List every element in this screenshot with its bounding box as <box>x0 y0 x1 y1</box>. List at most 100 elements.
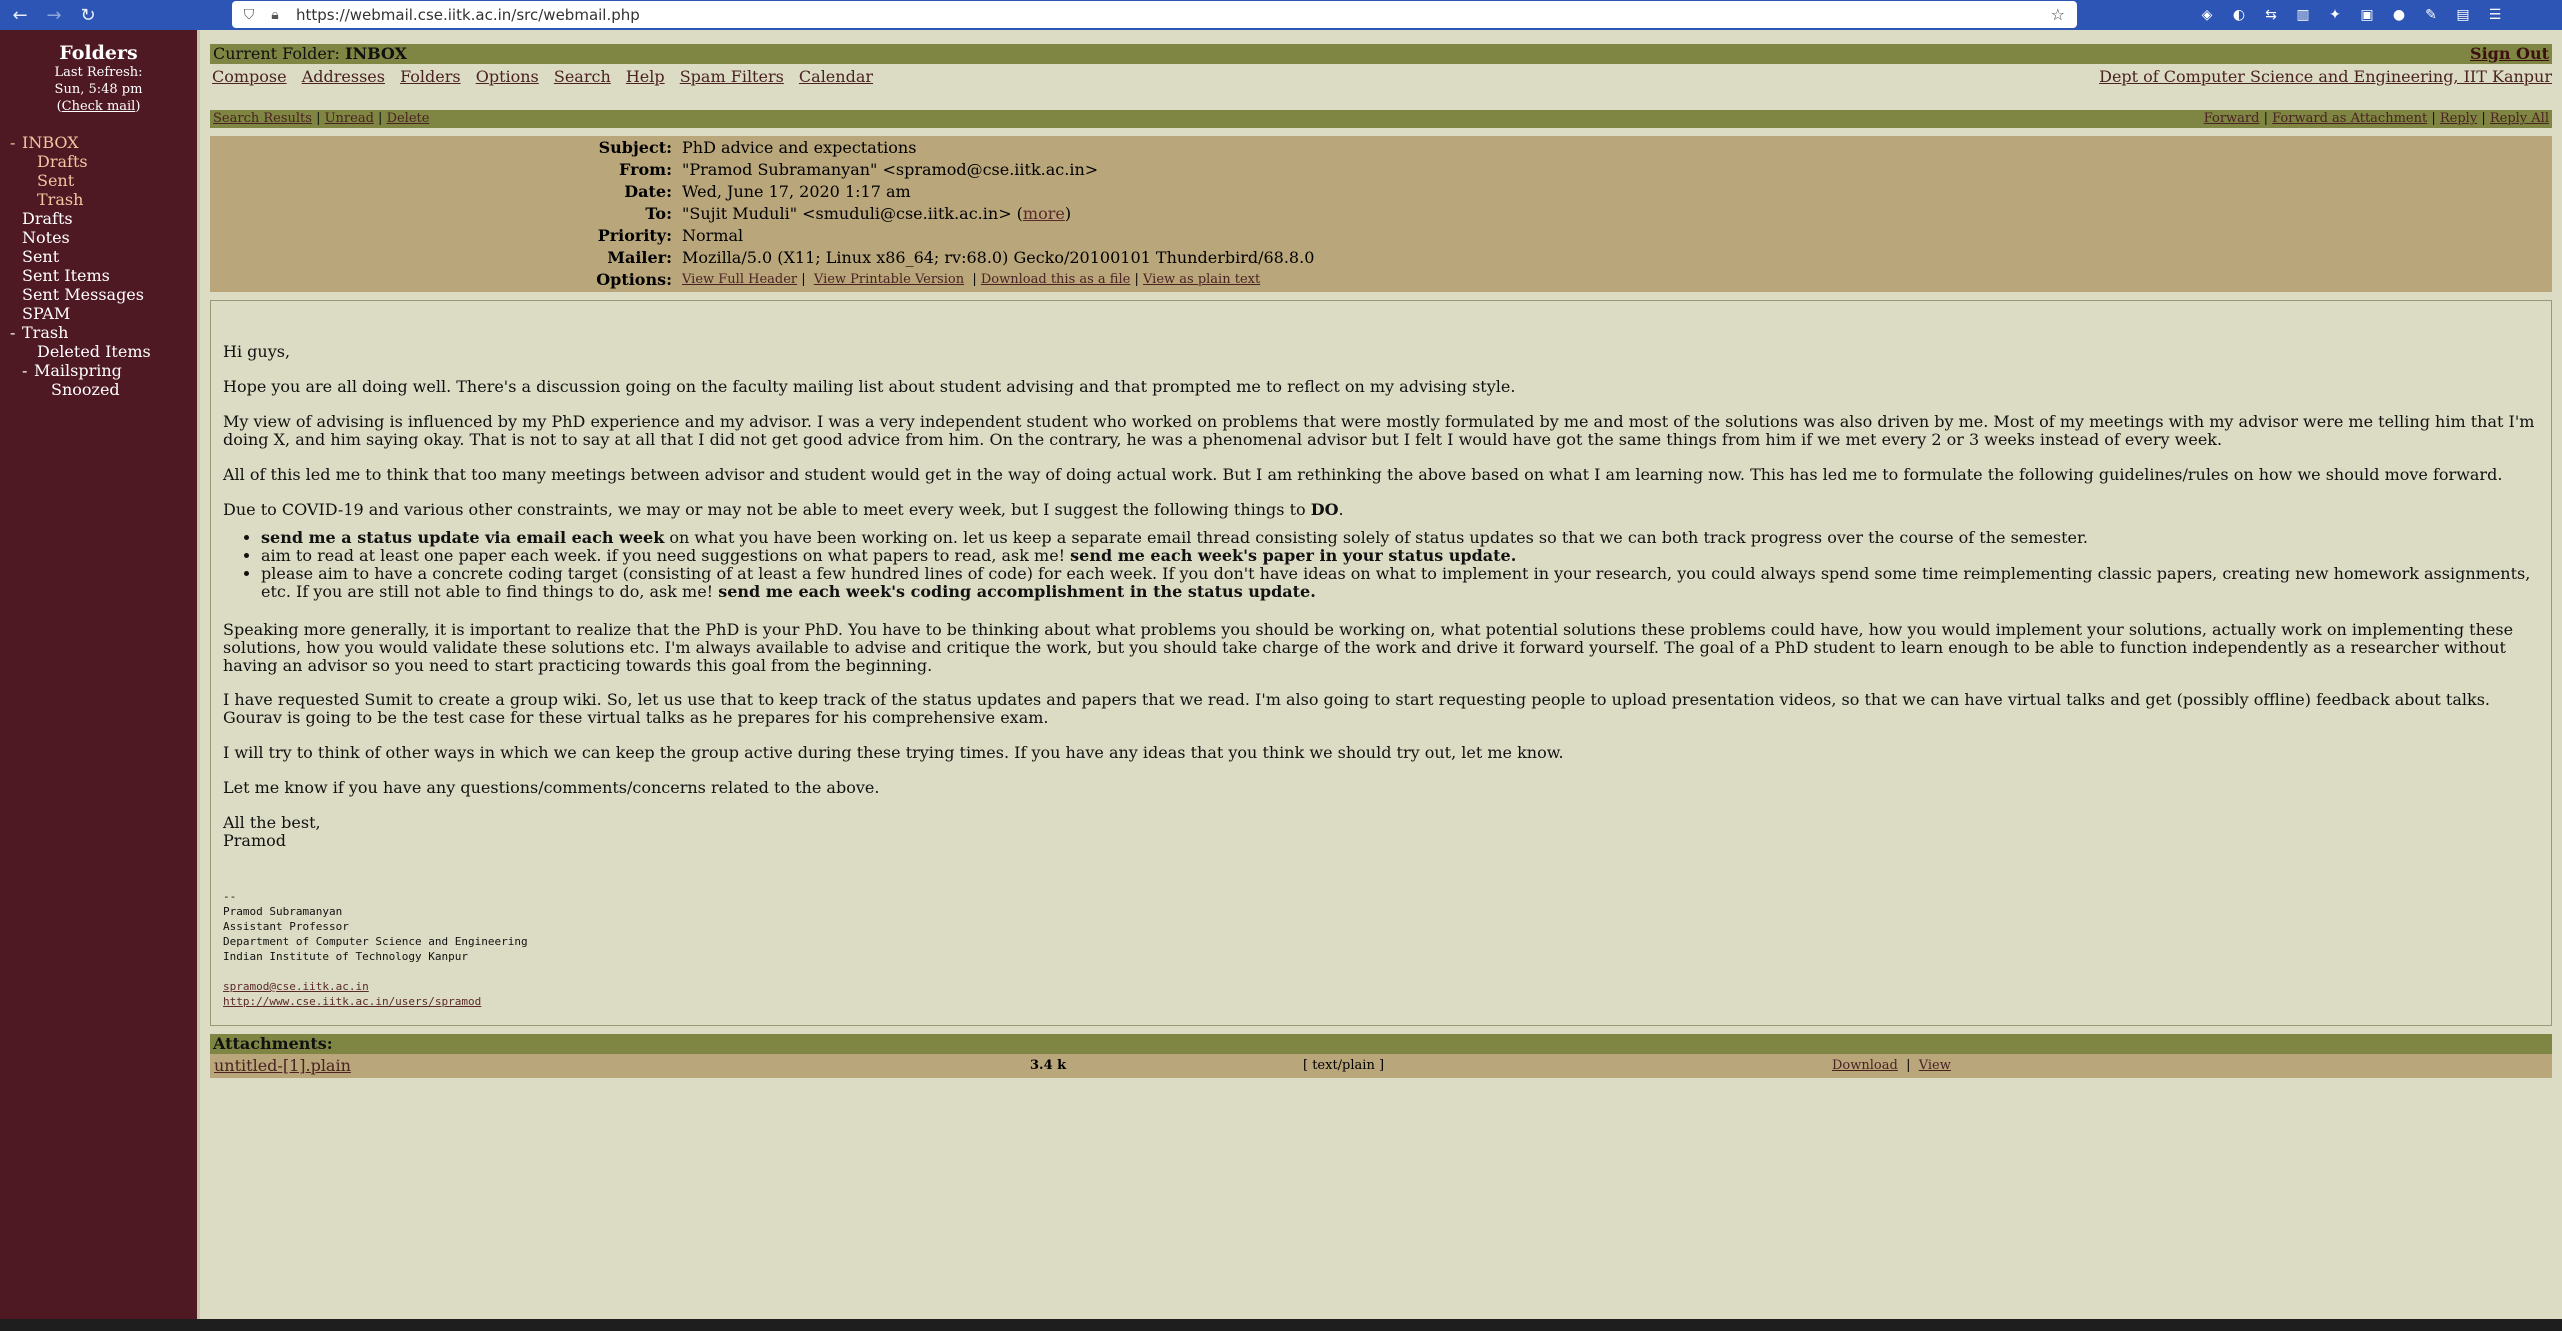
message-pane: Current Folder: INBOX Sign Out Compose A… <box>200 30 2562 1319</box>
folder-notes[interactable]: Notes <box>0 228 197 247</box>
menu-icon[interactable]: ☰ <box>2483 3 2507 27</box>
body-paragraph-8: Let me know if you have any questions/co… <box>223 778 880 797</box>
menu-search[interactable]: Search <box>554 67 611 86</box>
to-value: "Sujit Muduli" <smuduli@cse.iitk.ac.in> … <box>682 204 1072 223</box>
account-icon[interactable]: ◐ <box>2227 3 2251 27</box>
reply-all-link[interactable]: Reply All <box>2490 111 2549 126</box>
folder-inbox-sent[interactable]: Sent <box>0 171 197 190</box>
view-printable-link[interactable]: View Printable Version <box>814 272 964 287</box>
folder-inbox-trash[interactable]: Trash <box>0 190 197 209</box>
folder-drafts[interactable]: Drafts <box>0 209 197 228</box>
folder-label[interactable]: Mailspring <box>34 361 122 380</box>
body-paragraph-1: Hope you are all doing well. There's a d… <box>223 377 1516 396</box>
p4-end: . <box>1338 500 1344 519</box>
download-file-link[interactable]: Download this as a file <box>981 272 1130 287</box>
reload-icon[interactable]: ↻ <box>74 1 102 29</box>
options-row: Options: View Full Header | View Printab… <box>210 269 2552 291</box>
unread-link[interactable]: Unread <box>325 111 374 126</box>
zoom-icon[interactable]: ▣ <box>2355 3 2379 27</box>
to-row: To: "Sujit Muduli" <smuduli@cse.iitk.ac.… <box>210 203 2552 225</box>
folder-label[interactable]: Trash <box>22 323 68 342</box>
forward-icon[interactable]: → <box>40 1 68 29</box>
collapse-toggle-icon[interactable]: - <box>10 323 22 342</box>
from-value: "Pramod Subramanyan" <spramod@cse.iitk.a… <box>682 160 1099 179</box>
from-label: From: <box>618 160 672 179</box>
folder-mailspring[interactable]: - Mailspring <box>0 361 197 380</box>
folder-sent-items[interactable]: Sent Items <box>0 266 197 285</box>
priority-value: Normal <box>682 226 744 245</box>
search-results-link[interactable]: Search Results <box>213 111 312 126</box>
body-paragraph-6: I have requested Sumit to create a group… <box>223 690 2490 727</box>
back-icon[interactable]: ← <box>6 1 34 29</box>
delete-link[interactable]: Delete <box>387 111 430 126</box>
guideline-list: send me a status update via email each w… <box>223 529 2538 601</box>
attachment-type: [ text/plain ] <box>1303 1058 1385 1073</box>
lock-icon[interactable]: 🔒︎ <box>266 7 284 23</box>
guideline-item: please aim to have a concrete coding tar… <box>261 565 2538 601</box>
folder-inbox-drafts[interactable]: Drafts <box>0 152 197 171</box>
guideline-3-bold: send me each week's coding accomplishmen… <box>718 582 1316 601</box>
extension-icon[interactable]: ⇆ <box>2259 3 2283 27</box>
menu-help[interactable]: Help <box>626 67 665 86</box>
last-refresh-label: Last Refresh: <box>54 65 143 80</box>
folder-inbox[interactable]: - INBOX <box>0 133 197 152</box>
signature-email-link[interactable]: spramod@cse.iitk.ac.in <box>223 980 369 993</box>
folder-list: - INBOX Drafts Sent Trash Drafts Notes Se… <box>0 133 197 399</box>
folder-label[interactable]: INBOX <box>22 133 79 152</box>
feather-icon[interactable]: ✎ <box>2419 3 2443 27</box>
folder-snoozed[interactable]: Snoozed <box>0 380 197 399</box>
url-text[interactable]: https://webmail.cse.iitk.ac.in/src/webma… <box>296 6 640 24</box>
folder-trash[interactable]: - Trash <box>0 323 197 342</box>
collapse-toggle-icon[interactable]: - <box>10 133 22 152</box>
menu-spam-filters[interactable]: Spam Filters <box>680 67 784 86</box>
menu-calendar[interactable]: Calendar <box>799 67 873 86</box>
view-full-header-link[interactable]: View Full Header <box>682 272 797 287</box>
sign-out-link[interactable]: Sign Out <box>2470 44 2549 64</box>
last-refresh: Last Refresh: Sun, 5:48 pm (Check mail) <box>0 64 197 115</box>
fox-icon[interactable]: ✦ <box>2323 3 2347 27</box>
subject-value: PhD advice and expectations <box>682 138 917 157</box>
menu-options[interactable]: Options <box>476 67 539 86</box>
container-icon[interactable]: ▤ <box>2451 3 2475 27</box>
url-bar[interactable]: ⛉ 🔒︎ https://webmail.cse.iitk.ac.in/src/… <box>232 1 2077 28</box>
date-value: Wed, June 17, 2020 1:17 am <box>682 182 911 201</box>
attachment-name-link[interactable]: untitled-[1].plain <box>214 1054 351 1078</box>
forward-link[interactable]: Forward <box>2204 111 2260 126</box>
body-paragraph-3: All of this led me to think that too man… <box>223 465 2503 484</box>
folder-deleted-items[interactable]: Deleted Items <box>0 342 197 361</box>
reply-link[interactable]: Reply <box>2440 111 2477 126</box>
signature-institute: Indian Institute of Technology Kanpur <box>223 950 469 963</box>
collapse-toggle-icon[interactable]: - <box>22 361 34 380</box>
dept-link[interactable]: Dept of Computer Science and Engineering… <box>2099 66 2552 88</box>
attachment-download-link[interactable]: Download <box>1832 1058 1898 1073</box>
folder-spam[interactable]: SPAM <box>0 304 197 323</box>
signature-url-link[interactable]: http://www.cse.iitk.ac.in/users/spramod <box>223 995 481 1008</box>
guideline-2-text: aim to read at least one paper each week… <box>261 546 1071 565</box>
attachment-view-link[interactable]: View <box>1919 1058 1951 1073</box>
grammarly-icon[interactable]: ● <box>2387 3 2411 27</box>
star-icon[interactable]: ☆ <box>2051 5 2065 24</box>
toolbar-icons: ◈ ◐ ⇆ ▥ ✦ ▣ ● ✎ ▤ ☰ <box>2195 3 2507 27</box>
pocket-icon[interactable]: ◈ <box>2195 3 2219 27</box>
to-label: To: <box>645 204 672 223</box>
current-folder-bar: Current Folder: INBOX Sign Out <box>210 44 2552 64</box>
body-paragraph-4: Due to COVID-19 and various other constr… <box>223 501 2538 519</box>
check-mail-link[interactable]: Check mail <box>62 99 136 114</box>
folder-sent-messages[interactable]: Sent Messages <box>0 285 197 304</box>
priority-label: Priority: <box>597 226 672 245</box>
guideline-2-bold: send me each week's paper in your status… <box>1070 546 1517 565</box>
subject-row: Subject: PhD advice and expectations <box>210 137 2552 159</box>
more-link[interactable]: more <box>1023 204 1065 223</box>
priority-row: Priority: Normal <box>210 225 2552 247</box>
menu-addresses[interactable]: Addresses <box>302 67 385 86</box>
forward-as-attachment-link[interactable]: Forward as Attachment <box>2272 111 2427 126</box>
sender-name: Pramod <box>223 831 286 850</box>
menu-folders[interactable]: Folders <box>400 67 461 86</box>
library-icon[interactable]: ▥ <box>2291 3 2315 27</box>
view-plain-text-link[interactable]: View as plain text <box>1143 272 1260 287</box>
menu-compose[interactable]: Compose <box>212 67 287 86</box>
guideline-item: send me a status update via email each w… <box>261 529 2538 547</box>
folder-sent[interactable]: Sent <box>0 247 197 266</box>
shield-icon[interactable]: ⛉ <box>240 7 258 23</box>
mailer-label: Mailer: <box>607 248 672 267</box>
